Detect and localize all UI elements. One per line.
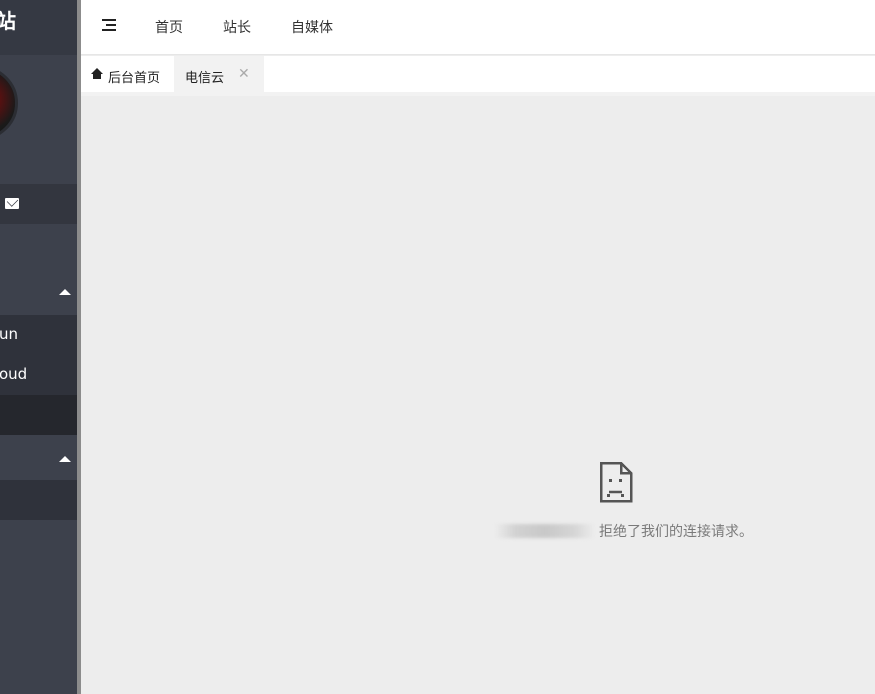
sidebar-sub-item-2[interactable]: oud	[0, 355, 77, 395]
menu-group-1[interactable]	[0, 268, 77, 318]
tab-telecom-cloud[interactable]: 电信云 ✕	[174, 56, 264, 96]
sad-page-icon	[599, 461, 633, 503]
tab-label: 电信云	[185, 71, 225, 86]
redacted-hostname	[495, 524, 595, 538]
sidebar-sub-item-label: oud	[0, 365, 28, 383]
sidebar: 站 un oud	[0, 0, 77, 694]
sidebar-sub-item-4[interactable]	[0, 480, 77, 520]
tab-home[interactable]: 后台首页	[81, 56, 174, 96]
tab-label: 后台首页	[108, 71, 161, 86]
sidebar-sub-item-3[interactable]	[0, 395, 77, 435]
nav-webmaster[interactable]: 站长	[223, 17, 251, 37]
nav-home[interactable]: 首页	[155, 17, 183, 37]
logo-text: 站	[0, 9, 16, 33]
mail-icon[interactable]	[5, 198, 19, 209]
tab-bar: 后台首页 电信云 ✕	[81, 56, 875, 96]
menu-toggle-icon[interactable]	[102, 19, 116, 31]
logo-bar: 站	[0, 0, 77, 55]
error-row: 拒绝了我们的连接请求。	[495, 521, 795, 541]
messages-row[interactable]	[0, 184, 77, 224]
nav-media[interactable]: 自媒体	[291, 17, 333, 37]
home-icon	[91, 68, 103, 80]
avatar[interactable]	[0, 66, 18, 140]
sidebar-sub-item-1[interactable]: un	[0, 315, 77, 355]
error-message: 拒绝了我们的连接请求。	[599, 524, 753, 540]
menu-group-2[interactable]	[0, 435, 77, 485]
top-header: 首页 站长 自媒体	[81, 0, 875, 55]
content-frame: 拒绝了我们的连接请求。	[81, 100, 875, 694]
sidebar-sub-item-label: un	[0, 325, 19, 343]
close-icon[interactable]: ✕	[238, 66, 250, 82]
caret-up-icon	[59, 289, 71, 295]
caret-up-icon	[59, 456, 71, 462]
